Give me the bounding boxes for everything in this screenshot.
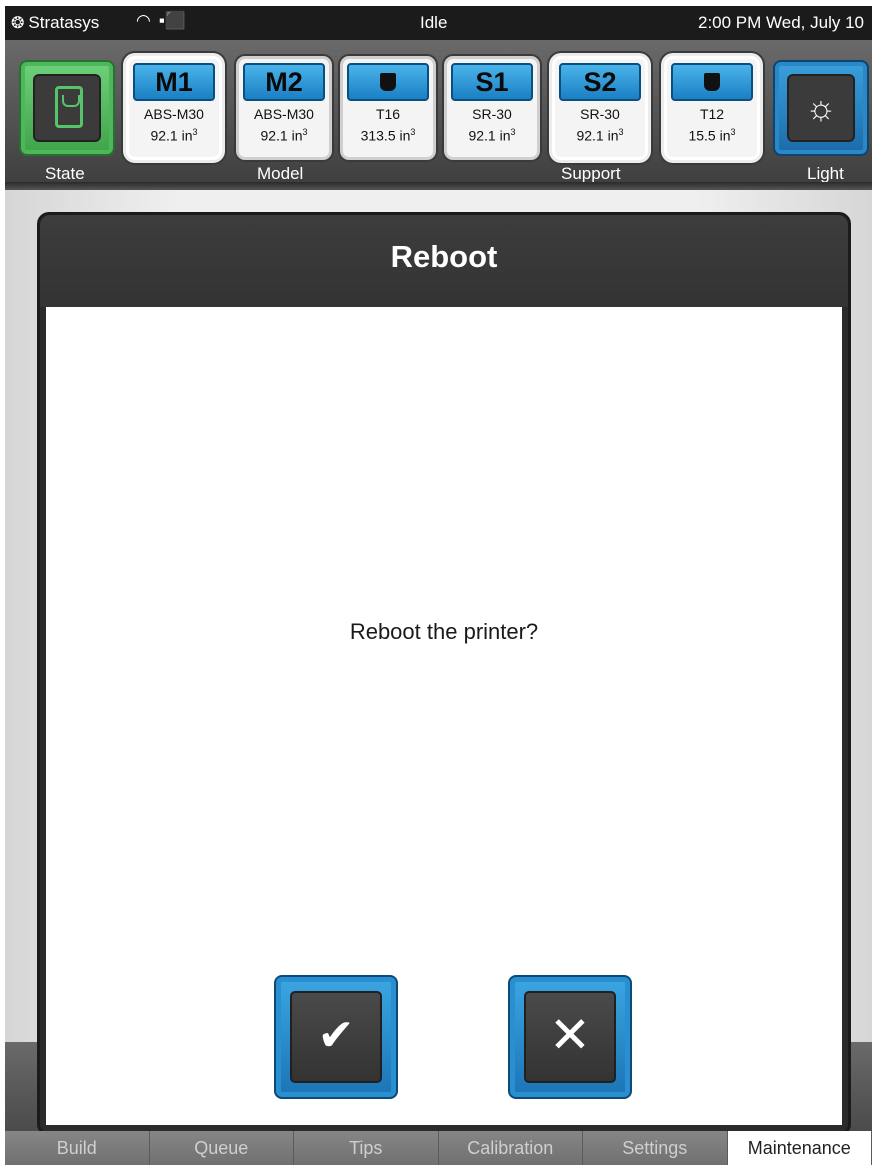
tab-settings[interactable]: Settings (583, 1131, 728, 1165)
cartridge-info: ABS-M30 92.1 in3 (239, 105, 329, 145)
print-head-icon (380, 73, 396, 91)
cartridge-s2[interactable]: S2 SR-30 92.1 in3 (552, 56, 648, 160)
lightbulb-icon: ☼ (787, 74, 855, 142)
cartridge-m1[interactable]: M1 ABS-M30 92.1 in3 (126, 56, 222, 160)
state-button[interactable] (19, 60, 115, 156)
state-button-face (33, 74, 101, 142)
cancel-button[interactable]: ✕ (508, 975, 632, 1099)
head-tip: T12 (699, 106, 725, 122)
state-label: State (45, 164, 85, 183)
tab-build[interactable]: Build (5, 1131, 150, 1165)
status-indicators: ◠ ▪⬛ (136, 11, 186, 31)
cartridge-info: T12 15.5 in3 (667, 105, 757, 145)
cartridge-volume: 92.1 in3 (468, 127, 516, 144)
gauge-icon: ◠ (136, 11, 151, 30)
head-tag (347, 63, 429, 101)
cartridge-s1[interactable]: S1 SR-30 92.1 in3 (444, 56, 540, 160)
brand: ❂ Stratasys (11, 13, 99, 33)
cartridge-material: ABS-M30 (254, 106, 314, 122)
cartridge-info: T16 313.5 in3 (343, 105, 433, 145)
printer-screen: ❂ Stratasys ◠ ▪⬛ Idle 2:00 PM Wed, July … (5, 6, 872, 1165)
confirm-button[interactable]: ✔ (274, 975, 398, 1099)
status-bar: ❂ Stratasys ◠ ▪⬛ Idle 2:00 PM Wed, July … (5, 6, 872, 40)
dialog-body: Reboot the printer? ✔ ✕ (46, 307, 842, 1125)
cartridge-volume: 92.1 in3 (260, 127, 308, 144)
head-volume: 15.5 in3 (688, 127, 736, 144)
close-icon: ✕ (524, 991, 616, 1083)
light-label: Light (807, 164, 844, 183)
cartridge-volume: 92.1 in3 (576, 127, 624, 144)
material-header: M1 ABS-M30 92.1 in3 M2 ABS-M30 92.1 in3 … (5, 40, 872, 190)
header-divider (5, 182, 872, 190)
cartridge-m2[interactable]: M2 ABS-M30 92.1 in3 (236, 56, 332, 160)
cartridge-volume: 92.1 in3 (150, 127, 198, 144)
model-head-t16[interactable]: T16 313.5 in3 (340, 56, 436, 160)
printer-icon (55, 86, 83, 128)
tab-tips[interactable]: Tips (294, 1131, 439, 1165)
head-tag (671, 63, 753, 101)
cartridge-info: ABS-M30 92.1 in3 (129, 105, 219, 145)
light-button[interactable]: ☼ (773, 60, 869, 156)
head-tip: T16 (375, 106, 401, 122)
print-head-icon (704, 73, 720, 91)
check-icon: ✔ (290, 991, 382, 1083)
tab-maintenance[interactable]: Maintenance (727, 1131, 872, 1165)
stratasys-logo-icon: ❂ (11, 15, 25, 32)
network-icon: ▪⬛ (158, 11, 187, 30)
cartridge-material: SR-30 (472, 106, 512, 122)
cartridge-tag: M2 (243, 63, 325, 101)
cartridge-tag: M1 (133, 63, 215, 101)
cartridge-material: SR-30 (580, 106, 620, 122)
datetime: 2:00 PM Wed, July 10 (698, 13, 864, 32)
bottom-tab-bar: Build Queue Tips Calibration Settings Ma… (5, 1131, 872, 1165)
reboot-dialog: Reboot Reboot the printer? ✔ ✕ (37, 212, 851, 1136)
dialog-title: Reboot (40, 215, 848, 307)
cartridge-tag: S1 (451, 63, 533, 101)
tab-queue[interactable]: Queue (149, 1131, 294, 1165)
support-label: Support (561, 164, 621, 183)
printer-state: Idle (420, 13, 448, 32)
dialog-message: Reboot the printer? (349, 619, 539, 644)
support-head-t12[interactable]: T12 15.5 in3 (664, 56, 760, 160)
brand-name: Stratasys (28, 13, 100, 32)
cartridge-material: ABS-M30 (144, 106, 204, 122)
cartridge-info: SR-30 92.1 in3 (447, 105, 537, 145)
cartridge-tag: S2 (559, 63, 641, 101)
model-label: Model (257, 164, 304, 183)
head-volume: 313.5 in3 (360, 127, 416, 144)
cartridge-info: SR-30 92.1 in3 (555, 105, 645, 145)
tab-calibration[interactable]: Calibration (438, 1131, 583, 1165)
